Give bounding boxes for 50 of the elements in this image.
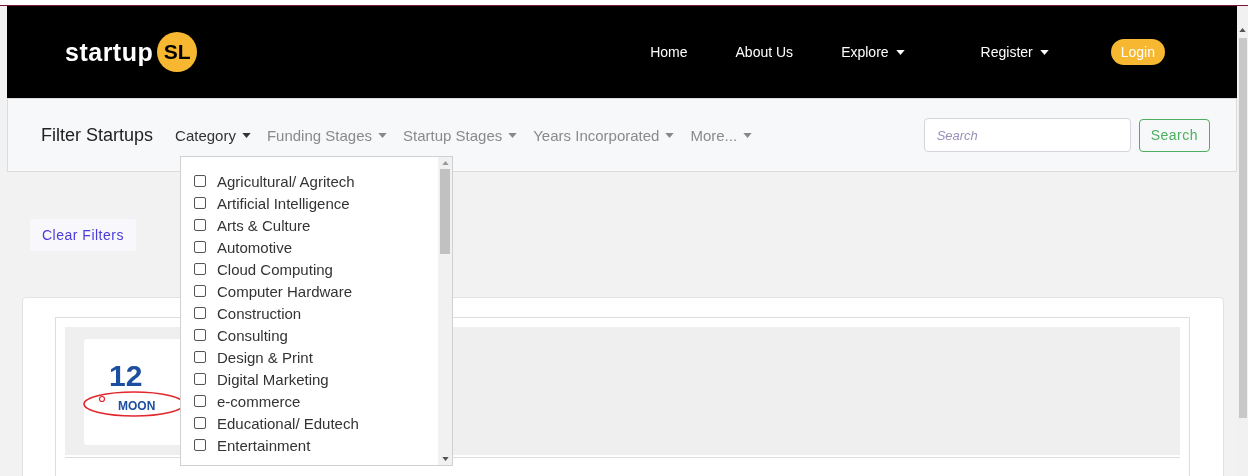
category-option[interactable]: Design & Print: [217, 348, 313, 366]
checkbox[interactable]: [194, 351, 206, 363]
clear-filters-button[interactable]: Clear Filters: [30, 219, 136, 251]
category-option[interactable]: Computer Hardware: [217, 282, 353, 300]
nav-dropdown[interactable]: Register: [980, 44, 1049, 60]
nav-link[interactable]: Home: [650, 44, 688, 60]
category-option[interactable]: Construction: [217, 304, 302, 322]
checkbox[interactable]: [194, 175, 206, 187]
caret-icon: [508, 132, 518, 138]
caret-icon: [1039, 49, 1049, 55]
scrollbar[interactable]: [438, 157, 452, 465]
caret-icon: [241, 132, 251, 138]
filter-menu[interactable]: Category: [175, 126, 251, 144]
category-option[interactable]: Cloud Computing: [217, 260, 333, 278]
scroll-up-icon[interactable]: [1239, 28, 1246, 32]
scroll-thumb[interactable]: [440, 169, 450, 254]
checkbox[interactable]: [194, 395, 206, 407]
checkbox[interactable]: [194, 263, 206, 275]
checkbox[interactable]: [194, 241, 206, 253]
category-option[interactable]: Consulting: [217, 326, 288, 344]
filter-title: Filter Startups: [41, 124, 154, 146]
category-option[interactable]: Automotive: [217, 238, 293, 256]
caret-icon: [665, 132, 675, 138]
checkbox[interactable]: [194, 439, 206, 451]
logo-word: MOON: [118, 399, 156, 413]
logo-text[interactable]: startup: [65, 37, 154, 67]
checkbox[interactable]: [194, 285, 206, 297]
caret-icon: [895, 49, 905, 55]
scroll-thumb[interactable]: [1238, 38, 1247, 418]
checkbox[interactable]: [194, 417, 206, 429]
category-option[interactable]: Artificial Intelligence: [217, 194, 350, 212]
category-option[interactable]: Arts & Culture: [217, 216, 311, 234]
category-option[interactable]: Educational/ Edutech: [217, 414, 359, 432]
category-option[interactable]: e-commerce: [217, 392, 301, 410]
scroll-down-icon[interactable]: [441, 457, 449, 461]
category-option[interactable]: Entertainment: [217, 436, 311, 454]
category-option[interactable]: Digital Marketing: [217, 370, 329, 388]
caret-icon: [378, 132, 387, 138]
nav-dropdown[interactable]: Explore: [841, 44, 905, 60]
category-option[interactable]: Agricultural/ Agritech: [217, 172, 355, 190]
search-field[interactable]: Search: [923, 118, 1131, 152]
logo-number: 12: [109, 359, 143, 393]
checkbox[interactable]: [194, 197, 206, 209]
checkbox[interactable]: [194, 307, 206, 319]
caret-icon: [743, 132, 753, 138]
logo-mark[interactable]: SL: [157, 32, 198, 72]
nav-link[interactable]: About Us: [735, 44, 794, 60]
checkbox[interactable]: [194, 219, 206, 231]
checkbox[interactable]: [194, 373, 206, 385]
checkbox[interactable]: [194, 329, 206, 341]
